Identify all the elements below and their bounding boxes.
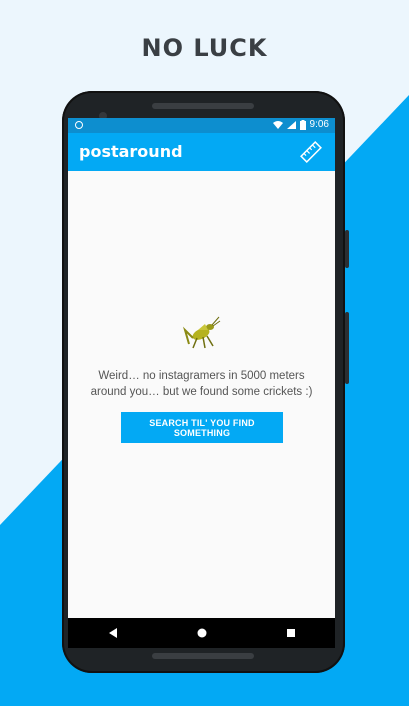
notification-icon [75,121,83,129]
headline: NO LUCK [141,34,268,62]
status-icons: 9:06 [272,119,329,130]
cricket-icon [183,316,221,349]
phone-volume-button [345,312,349,384]
phone-bottom-speaker [152,653,254,659]
app-title: postaround [79,142,183,161]
battery-icon [299,119,306,130]
home-button[interactable] [172,618,232,648]
signal-icon [286,120,296,129]
app-screen: 9:06 postaround Weird… no instagramers i… [68,118,335,648]
back-icon [108,628,117,638]
status-time: 9:06 [309,119,329,130]
phone-speaker [152,103,254,109]
recents-button[interactable] [261,618,321,648]
main-content: Weird… no instagramers in 5000 meters ar… [68,171,335,618]
back-button[interactable] [83,618,143,648]
status-bar: 9:06 [68,118,335,133]
empty-state-message: Weird… no instagramers in 5000 meters ar… [90,370,313,398]
app-bar: postaround [68,133,335,171]
recents-icon [286,629,295,637]
navigation-bar [68,618,335,648]
ruler-icon[interactable] [299,140,323,164]
search-button[interactable]: SEARCH TIL' YOU FIND SOMETHING [121,412,283,443]
home-icon [197,628,206,638]
phone-power-button [345,230,349,268]
wifi-icon [272,120,283,129]
